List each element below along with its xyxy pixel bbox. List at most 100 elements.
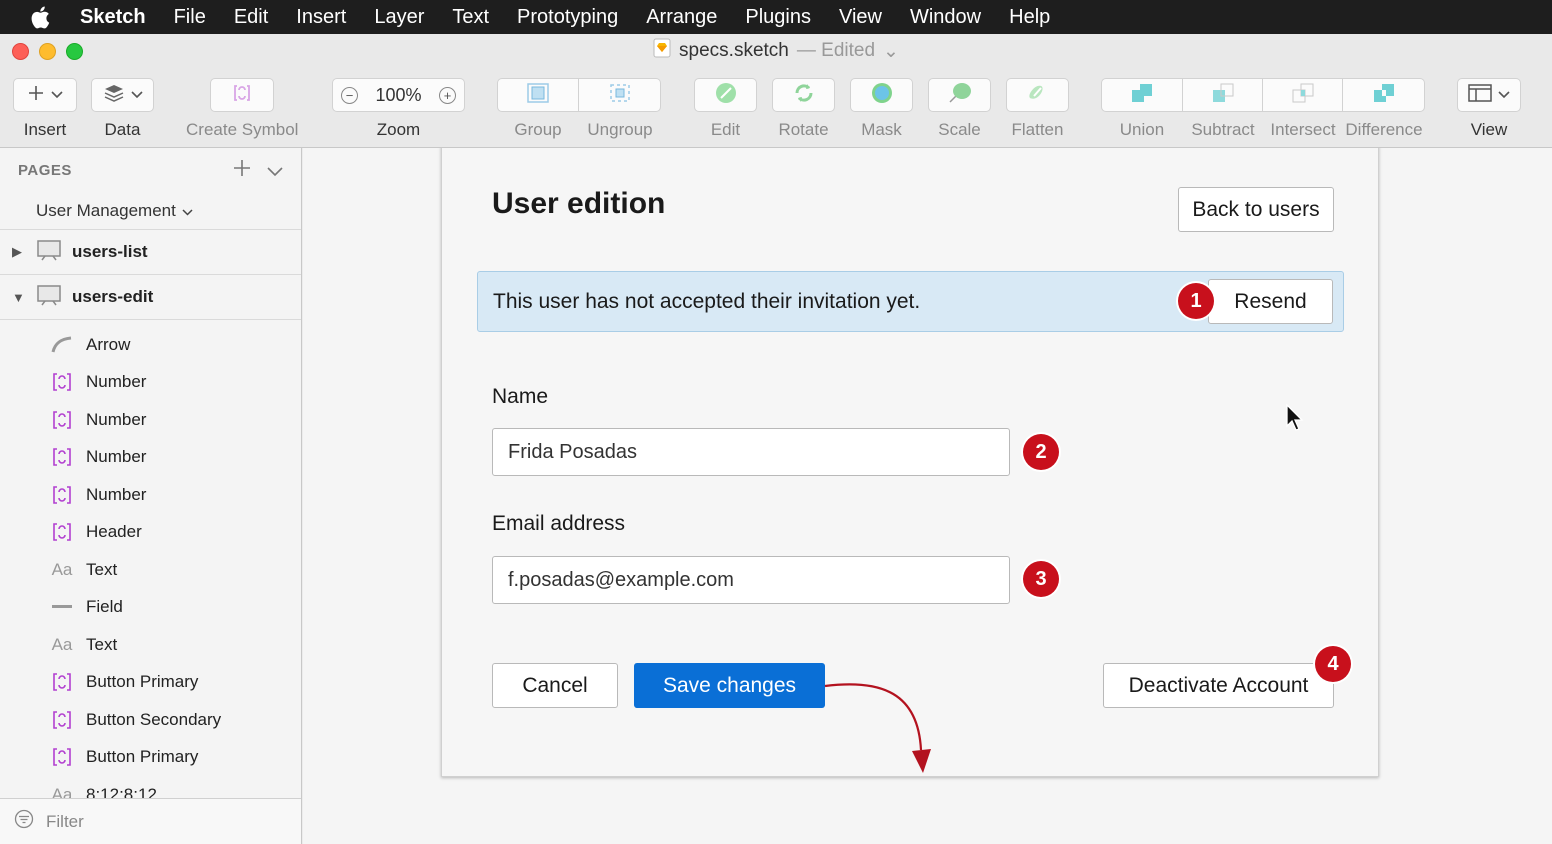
artboard-name: users-list: [72, 242, 148, 261]
artboard-users-edit[interactable]: User edition Back to users This user has…: [441, 148, 1379, 777]
scale-button[interactable]: [928, 78, 991, 112]
chevron-down-icon: [182, 201, 193, 221]
minimize-window-button[interactable]: [39, 43, 56, 60]
menu-insert[interactable]: Insert: [282, 6, 360, 29]
close-window-button[interactable]: [12, 43, 29, 60]
menu-help[interactable]: Help: [995, 6, 1064, 29]
menu-app-sketch[interactable]: Sketch: [80, 6, 160, 29]
layer-name: Number: [86, 484, 147, 504]
filter-icon: [14, 809, 34, 834]
line-icon: [50, 604, 74, 610]
layer-row[interactable]: Number: [0, 476, 301, 514]
layer-row[interactable]: Number: [0, 401, 301, 439]
artboard-name: users-edit: [72, 287, 154, 306]
chevron-down-icon[interactable]: [267, 157, 283, 183]
flatten-label: Flatten: [1011, 120, 1064, 139]
apple-logo-icon[interactable]: [0, 6, 80, 29]
zoom-in-icon[interactable]: +: [438, 86, 456, 104]
layer-filter[interactable]: Filter: [0, 798, 301, 844]
toolbar: Insert Data Create Symbol − 100% + Zoom: [0, 68, 1552, 148]
layer-row[interactable]: Aa Text: [0, 626, 301, 664]
union-button[interactable]: [1101, 78, 1183, 112]
artboard-row-users-list[interactable]: ▶ users-list: [0, 230, 301, 275]
mask-button[interactable]: [850, 78, 913, 112]
add-page-icon[interactable]: [233, 157, 251, 183]
menu-layer[interactable]: Layer: [360, 6, 438, 29]
flatten-button[interactable]: [1006, 78, 1069, 112]
boolean-labels: Union Subtract Intersect Difference: [1101, 112, 1425, 140]
view-layout-icon: [1468, 83, 1492, 107]
layer-row[interactable]: Aa Text: [0, 551, 301, 589]
page-selector[interactable]: User Management: [0, 192, 301, 230]
text-layer-icon: Aa: [51, 559, 73, 579]
group-icon: [526, 82, 550, 109]
menu-plugins[interactable]: Plugins: [731, 6, 825, 29]
menu-arrange[interactable]: Arrange: [632, 6, 731, 29]
layer-row[interactable]: Arrow: [0, 326, 301, 364]
document-title[interactable]: specs.sketch — Edited ⌄: [653, 38, 899, 64]
create-symbol-button[interactable]: [210, 78, 275, 112]
subtract-button[interactable]: [1183, 78, 1263, 112]
layer-row[interactable]: Button Primary: [0, 664, 301, 702]
group-labels: Group Ungroup: [497, 112, 661, 140]
layer-row[interactable]: Field: [0, 589, 301, 627]
layer-row[interactable]: Number: [0, 439, 301, 477]
intersect-button[interactable]: [1263, 78, 1343, 112]
layer-row[interactable]: Button Secondary: [0, 701, 301, 739]
layer-name: 8:12:8:12: [86, 784, 157, 798]
rotate-button[interactable]: [772, 78, 835, 112]
insert-tool: Insert: [13, 78, 77, 140]
menu-text[interactable]: Text: [438, 6, 503, 29]
insert-label: Insert: [23, 120, 67, 139]
zoom-tool: − 100% + Zoom: [332, 78, 465, 140]
rotate-label: Rotate: [778, 120, 829, 139]
data-label: Data: [104, 120, 141, 139]
chevron-down-icon: ⌄: [883, 40, 899, 62]
layer-row[interactable]: Aa 8:12:8:12: [0, 776, 301, 798]
menu-prototyping[interactable]: Prototyping: [503, 6, 632, 29]
edit-button[interactable]: [694, 78, 757, 112]
mouse-cursor-icon: [1286, 403, 1304, 437]
symbol-icon: [50, 484, 74, 506]
artboard-icon: [36, 284, 62, 311]
intersect-label: Intersect: [1270, 120, 1336, 139]
zoom-window-button[interactable]: [66, 43, 83, 60]
edit-tool: Edit: [694, 78, 757, 140]
layer-name: Number: [86, 372, 147, 392]
group-button[interactable]: [497, 78, 579, 112]
menu-file[interactable]: File: [160, 6, 220, 29]
layer-name: Text: [86, 634, 118, 654]
window-titlebar: specs.sketch — Edited ⌄: [0, 34, 1552, 68]
layer-row[interactable]: Button Primary: [0, 739, 301, 777]
zoom-out-icon[interactable]: −: [341, 86, 358, 104]
layer-name: Number: [86, 447, 147, 467]
layer-row[interactable]: Header: [0, 514, 301, 552]
edit-shape-icon: [713, 81, 739, 110]
window-controls: [12, 43, 83, 60]
view-button[interactable]: [1457, 78, 1521, 112]
data-button[interactable]: [91, 78, 154, 112]
ungroup-button[interactable]: [579, 78, 661, 112]
flow-arrow[interactable]: [442, 148, 1380, 778]
subtract-icon: [1210, 81, 1236, 110]
artboard-row-users-edit[interactable]: ▼ users-edit: [0, 275, 301, 320]
disclosure-down-icon[interactable]: ▼: [12, 290, 26, 305]
menu-view[interactable]: View: [825, 6, 896, 29]
disclosure-right-icon[interactable]: ▶: [12, 244, 26, 260]
symbol-icon: [50, 371, 74, 393]
union-icon: [1129, 81, 1155, 110]
difference-button[interactable]: [1343, 78, 1425, 112]
pages-actions: [233, 157, 283, 183]
layer-row[interactable]: Number: [0, 364, 301, 402]
zoom-control: − 100% +: [332, 78, 465, 112]
zoom-value: 100%: [375, 84, 422, 105]
menu-edit[interactable]: Edit: [220, 6, 282, 29]
insert-button[interactable]: [13, 78, 77, 112]
symbol-icon: [50, 709, 74, 731]
chevron-down-icon: [130, 86, 143, 104]
mask-icon: [869, 81, 895, 110]
scale-tool: Scale: [928, 78, 991, 140]
layers-sidebar: PAGES User Management ▶ users-list ▼ use…: [0, 148, 302, 844]
canvas[interactable]: User edition Back to users This user has…: [303, 148, 1552, 844]
menu-window[interactable]: Window: [896, 6, 995, 29]
